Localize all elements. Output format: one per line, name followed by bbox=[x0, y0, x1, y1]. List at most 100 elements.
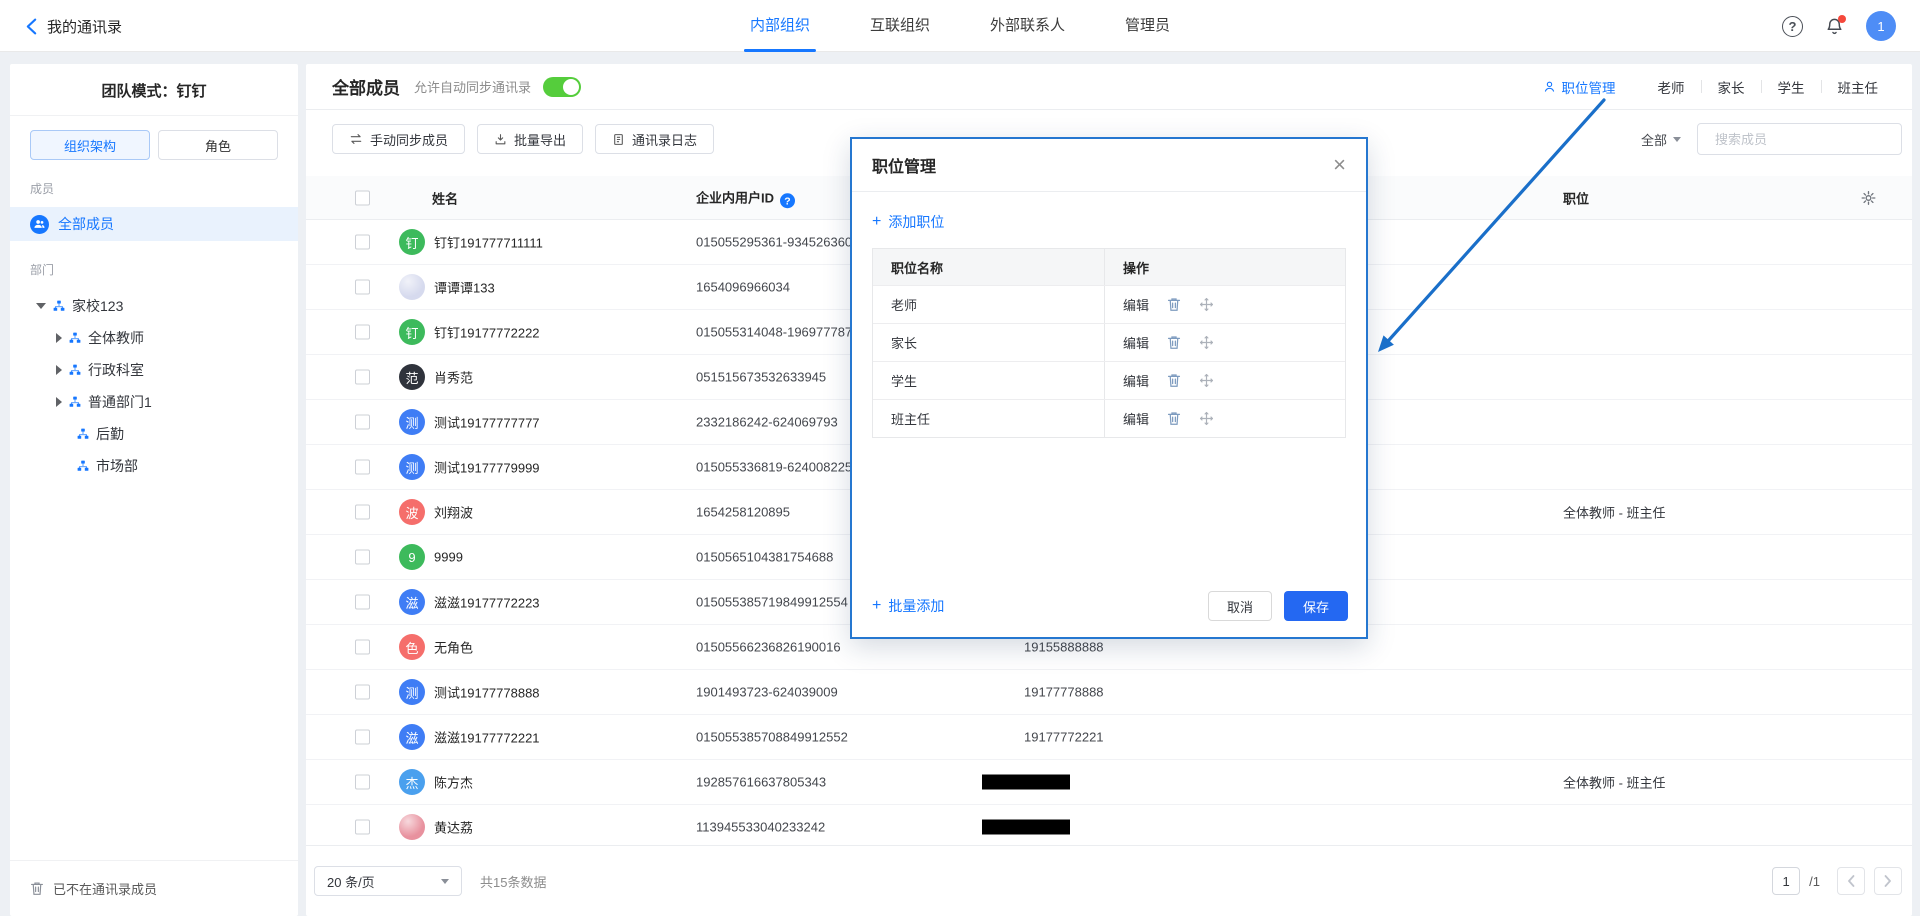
row-checkbox[interactable] bbox=[355, 415, 370, 430]
move-icon[interactable] bbox=[1199, 411, 1214, 426]
back-button[interactable]: 我的通讯录 bbox=[26, 0, 122, 52]
sidebar-segments: 组织架构角色 bbox=[10, 116, 298, 160]
position-tag-3[interactable]: 学生 bbox=[1762, 77, 1821, 97]
tab-2[interactable]: 互联组织 bbox=[870, 0, 930, 52]
row-checkbox[interactable] bbox=[355, 820, 370, 835]
segment-button-1[interactable]: 组织架构 bbox=[30, 130, 150, 160]
checkbox-icon bbox=[355, 775, 370, 790]
table-row: 杰陈方杰192857616637805343全体教师 - 班主任 bbox=[306, 760, 1912, 805]
edit-button[interactable]: 编辑 bbox=[1123, 333, 1149, 352]
position-tags: 老师家长学生班主任 bbox=[1642, 77, 1895, 97]
edit-button[interactable]: 编辑 bbox=[1123, 295, 1149, 314]
search-input[interactable] bbox=[1715, 132, 1891, 147]
checkbox-icon bbox=[355, 280, 370, 295]
position-manage-link[interactable]: 职位管理 bbox=[1543, 77, 1616, 97]
help-icon[interactable]: ? bbox=[1782, 16, 1803, 37]
tab-3[interactable]: 外部联系人 bbox=[990, 0, 1065, 52]
row-checkbox[interactable] bbox=[355, 280, 370, 295]
page-number-input[interactable]: 1 bbox=[1772, 867, 1800, 895]
user-avatar[interactable]: 1 bbox=[1866, 11, 1896, 41]
redacted-phone bbox=[982, 775, 1070, 790]
member-name: 刘翔波 bbox=[434, 503, 473, 522]
avatar: 测 bbox=[399, 409, 425, 435]
tree-item-5[interactable]: 后勤 bbox=[10, 418, 298, 450]
toolbar-button-2[interactable]: 批量导出 bbox=[477, 124, 583, 154]
modal-header: 职位管理 × bbox=[852, 139, 1366, 192]
row-checkbox[interactable] bbox=[355, 460, 370, 475]
close-icon[interactable]: × bbox=[1333, 154, 1346, 176]
add-position-label: 添加职位 bbox=[888, 212, 944, 232]
row-checkbox[interactable] bbox=[355, 550, 370, 565]
add-position-link[interactable]: + 添加职位 bbox=[872, 212, 944, 232]
row-checkbox[interactable] bbox=[355, 370, 370, 385]
sidebar-item-all-members[interactable]: 全部成员 bbox=[10, 207, 298, 241]
page-size-select[interactable]: 20 条/页 bbox=[314, 866, 462, 896]
tab-1[interactable]: 内部组织 bbox=[750, 0, 810, 52]
sync-toggle[interactable] bbox=[543, 77, 581, 97]
tree-item-6[interactable]: 市场部 bbox=[10, 450, 298, 482]
removed-members-entry[interactable]: 已不在通讯录成员 bbox=[10, 860, 298, 916]
position-tag-1[interactable]: 老师 bbox=[1642, 77, 1701, 97]
batch-add-link[interactable]: + 批量添加 bbox=[872, 596, 944, 616]
checkbox-icon bbox=[355, 325, 370, 340]
tree-item-2[interactable]: 全体教师 bbox=[10, 322, 298, 354]
trash-icon[interactable] bbox=[1167, 335, 1181, 350]
caret-down-icon[interactable] bbox=[36, 303, 46, 309]
help-badge-icon[interactable]: ? bbox=[780, 193, 795, 208]
row-checkbox[interactable] bbox=[355, 505, 370, 520]
member-name: 9999 bbox=[434, 550, 463, 565]
org-chart-icon bbox=[53, 300, 65, 312]
column-settings-gear-icon[interactable] bbox=[1861, 190, 1876, 205]
move-icon[interactable] bbox=[1199, 335, 1214, 350]
tree-item-4[interactable]: 普通部门1 bbox=[10, 386, 298, 418]
caret-right-icon[interactable] bbox=[56, 397, 62, 407]
row-checkbox[interactable] bbox=[355, 595, 370, 610]
download-icon bbox=[494, 133, 507, 146]
tree-item-1[interactable]: 家校123 bbox=[10, 290, 298, 322]
row-checkbox[interactable] bbox=[355, 775, 370, 790]
trash-icon[interactable] bbox=[1167, 297, 1181, 312]
panel-title-row: 全部成员 允许自动同步通讯录 职位管理 老师家长学生班主任 bbox=[306, 64, 1912, 110]
tree-item-label: 家校123 bbox=[72, 296, 123, 316]
row-checkbox[interactable] bbox=[355, 325, 370, 340]
caret-right-icon[interactable] bbox=[56, 365, 62, 375]
member-name: 测试19177779999 bbox=[434, 458, 540, 477]
cancel-button[interactable]: 取消 bbox=[1208, 591, 1272, 621]
toolbar-button-3[interactable]: 通讯录日志 bbox=[595, 124, 714, 154]
edit-button[interactable]: 编辑 bbox=[1123, 409, 1149, 428]
position-tag-4[interactable]: 班主任 bbox=[1822, 77, 1895, 97]
member-position: 全体教师 - 班主任 bbox=[1563, 773, 1666, 792]
trash-icon[interactable] bbox=[1167, 373, 1181, 388]
person-icon bbox=[1543, 80, 1556, 93]
move-icon[interactable] bbox=[1199, 297, 1214, 312]
pager: 1 /1 bbox=[1772, 867, 1902, 895]
select-all-checkbox[interactable] bbox=[355, 190, 370, 205]
row-checkbox[interactable] bbox=[355, 640, 370, 655]
position-tag-2[interactable]: 家长 bbox=[1702, 77, 1761, 97]
chevron-down-icon bbox=[441, 879, 449, 884]
toolbar-button-1[interactable]: 手动同步成员 bbox=[332, 124, 465, 154]
position-name: 班主任 bbox=[873, 400, 1105, 437]
row-checkbox[interactable] bbox=[355, 730, 370, 745]
filter-all-dropdown[interactable]: 全部 bbox=[1641, 130, 1681, 149]
next-page-button[interactable] bbox=[1874, 867, 1902, 895]
move-icon[interactable] bbox=[1199, 373, 1214, 388]
department-tree: 家校123 全体教师行政科室普通部门1 后勤市场部 bbox=[10, 290, 298, 482]
prev-page-button[interactable] bbox=[1837, 867, 1865, 895]
trash-icon[interactable] bbox=[1167, 411, 1181, 426]
row-checkbox[interactable] bbox=[355, 685, 370, 700]
save-button[interactable]: 保存 bbox=[1284, 591, 1348, 621]
edit-button[interactable]: 编辑 bbox=[1123, 371, 1149, 390]
position-name: 老师 bbox=[873, 286, 1105, 323]
segment-button-2[interactable]: 角色 bbox=[158, 130, 278, 160]
title-right-cluster: 职位管理 老师家长学生班主任 bbox=[1543, 77, 1895, 97]
tree-item-label: 行政科室 bbox=[88, 360, 144, 380]
row-checkbox[interactable] bbox=[355, 235, 370, 250]
caret-right-icon[interactable] bbox=[56, 333, 62, 343]
tree-item-label: 后勤 bbox=[96, 424, 124, 444]
notification-bell-icon[interactable] bbox=[1825, 17, 1844, 36]
people-icon bbox=[30, 215, 49, 234]
avatar: 钉 bbox=[399, 229, 425, 255]
tree-item-3[interactable]: 行政科室 bbox=[10, 354, 298, 386]
tab-4[interactable]: 管理员 bbox=[1125, 0, 1170, 52]
